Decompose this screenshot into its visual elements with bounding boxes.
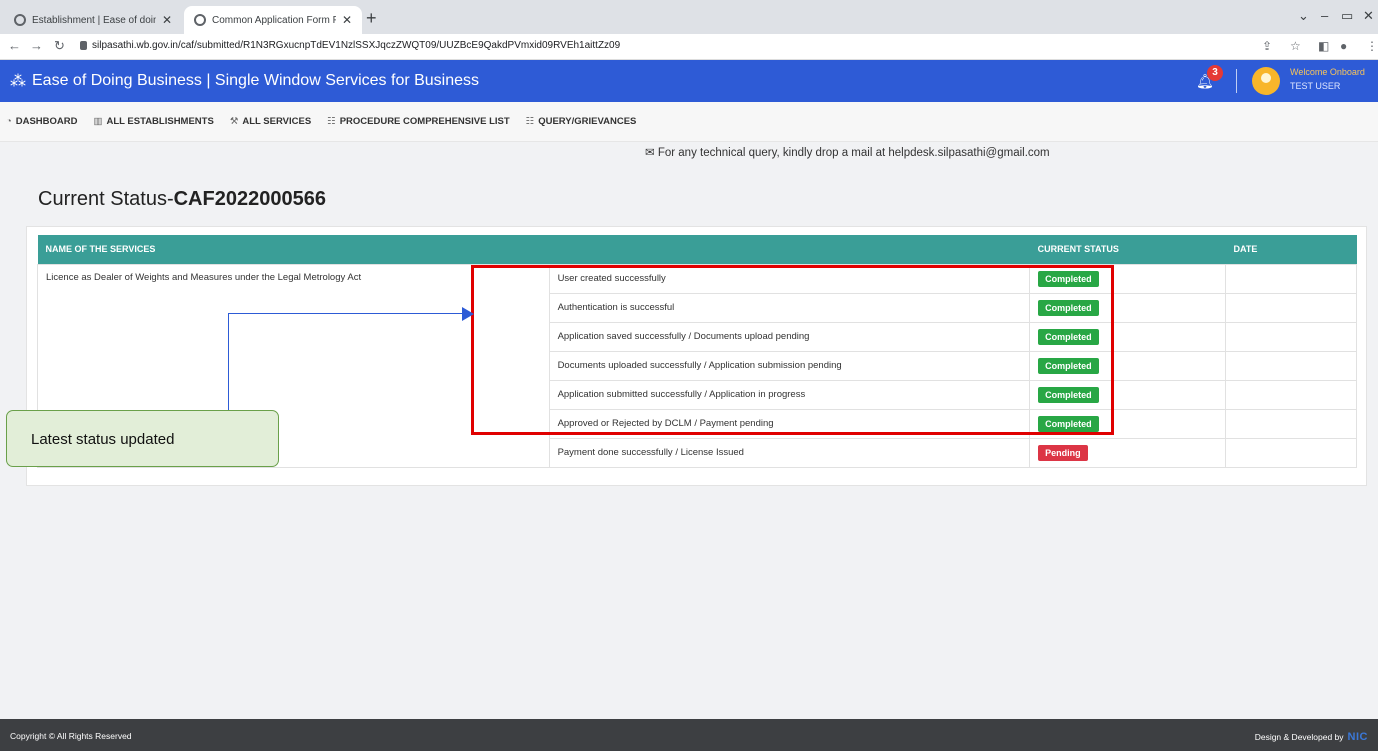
list-icon: ☷ — [327, 116, 336, 127]
highlight-box — [471, 265, 1114, 435]
menu-dashboard[interactable]: ◔ DASHBOARD — [6, 116, 78, 127]
copyright-text: Copyright © All Rights Reserved — [10, 731, 132, 741]
date-cell — [1225, 263, 1357, 294]
chevron-down-icon[interactable]: ⌄ — [1298, 8, 1309, 24]
menu-query-grievances[interactable]: ☷ QUERY/GRIEVANCES — [526, 116, 637, 127]
restore-icon[interactable]: ▭ — [1341, 8, 1353, 24]
status-badge: Pending — [1038, 444, 1088, 461]
browser-tab[interactable]: Establishment | Ease of doing bu ✕ — [4, 6, 182, 34]
network-icon: ⁂ — [10, 73, 26, 90]
menu-all-establishments[interactable]: ▥ ALL ESTABLISHMENTS — [94, 116, 214, 127]
app-header: ⁂ Ease of Doing Business | Single Window… — [0, 60, 1378, 102]
welcome-text[interactable]: Welcome Onboard — [1290, 67, 1365, 77]
list-icon: ☷ — [525, 116, 535, 127]
address-bar: ← → ↻ silpasathi.wb.gov.in/caf/submitted… — [0, 34, 1378, 60]
globe-icon — [194, 14, 206, 26]
close-window-icon[interactable]: ✕ — [1363, 8, 1374, 24]
tab-title: Establishment | Ease of doing bu — [32, 14, 156, 26]
new-tab-button[interactable]: + — [366, 8, 377, 29]
lock-icon — [80, 41, 87, 50]
globe-icon — [14, 14, 26, 26]
date-cell — [1225, 437, 1357, 468]
close-tab-icon[interactable]: ✕ — [342, 13, 352, 27]
browser-tab-bar: Establishment | Ease of doing bu ✕ Commo… — [0, 0, 1378, 34]
date-cell — [1225, 379, 1357, 410]
credit-text: Design & Developed by — [1254, 732, 1344, 742]
close-tab-icon[interactable]: ✕ — [162, 13, 172, 27]
share-icon[interactable]: ⇪ — [1262, 39, 1272, 53]
status-cell: Pending — [1029, 437, 1227, 468]
step-cell: Payment done successfully / License Issu… — [548, 437, 1031, 468]
bookmark-star-icon[interactable]: ☆ — [1290, 39, 1301, 53]
tab-title: Common Application Form Previ — [212, 14, 336, 26]
profile-icon[interactable]: ● — [1340, 39, 1347, 53]
footer: Copyright © All Rights Reserved Design &… — [0, 719, 1378, 751]
date-cell — [1225, 350, 1357, 381]
annotation-connector — [228, 313, 229, 410]
minimize-icon[interactable]: – — [1321, 8, 1328, 23]
kebab-menu-icon[interactable]: ⋮ — [1366, 39, 1378, 53]
col-header-date: DATE — [1225, 235, 1357, 264]
col-header-step — [549, 235, 1030, 264]
dashboard-icon: ◔ — [6, 116, 12, 127]
arrow-icon — [462, 307, 474, 321]
annotation-connector — [228, 313, 464, 314]
reload-icon[interactable]: ↻ — [54, 38, 65, 54]
wrench-icon: ⚒ — [229, 116, 239, 127]
date-cell — [1225, 408, 1357, 439]
user-name: TEST USER — [1290, 81, 1341, 91]
main-menu: ◔ DASHBOARD ▥ ALL ESTABLISHMENTS ⚒ ALL S… — [0, 102, 1378, 142]
url-field[interactable]: silpasathi.wb.gov.in/caf/submitted/R1N3R… — [92, 40, 620, 51]
annotation-callout: Latest status updated — [6, 410, 279, 467]
forward-icon[interactable]: → — [30, 38, 43, 53]
credit: Design & Developed by NIC — [1255, 731, 1368, 743]
page-title: Current Status-CAF2022000566 — [38, 188, 326, 210]
date-cell — [1225, 321, 1357, 352]
divider — [1236, 69, 1237, 93]
app-title: Ease of Doing Business | Single Window S… — [32, 72, 480, 89]
menu-all-services[interactable]: ⚒ ALL SERVICES — [230, 116, 311, 127]
helpline-notice: ✉ For any technical query, kindly drop a… — [645, 147, 1050, 159]
building-icon: ▥ — [93, 116, 103, 127]
menu-procedure-list[interactable]: ☷ PROCEDURE COMPREHENSIVE LIST — [327, 116, 510, 127]
sidepanel-icon[interactable]: ◧ — [1318, 39, 1329, 53]
browser-tab-active[interactable]: Common Application Form Previ ✕ — [184, 6, 362, 34]
mail-icon: ✉ — [645, 147, 655, 159]
notification-badge: 3 — [1207, 65, 1223, 81]
col-header-services: NAME OF THE SERVICES — [37, 235, 550, 264]
date-cell — [1225, 292, 1357, 323]
nic-logo[interactable]: NIC — [1348, 731, 1368, 743]
caf-id: CAF2022000566 — [173, 188, 326, 210]
avatar[interactable] — [1252, 67, 1280, 95]
col-header-status: CURRENT STATUS — [1029, 235, 1226, 264]
table-header-row: NAME OF THE SERVICES CURRENT STATUS DATE — [37, 235, 1357, 264]
brand[interactable]: ⁂ Ease of Doing Business | Single Window… — [10, 71, 479, 91]
back-icon[interactable]: ← — [8, 38, 21, 53]
